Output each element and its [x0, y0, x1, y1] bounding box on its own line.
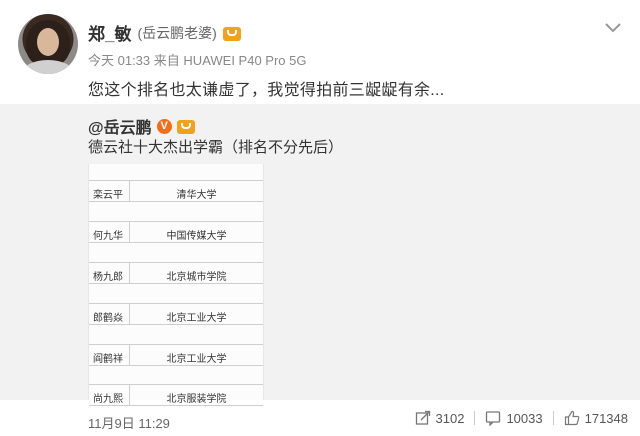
avatar-body [22, 60, 74, 74]
post-text: 您这个排名也太谦虚了，我觉得拍前三龊龊有余... [88, 82, 445, 99]
row-school: 中国传媒大学 [166, 231, 227, 242]
action-divider [474, 411, 476, 425]
comment-count: 10033 [506, 410, 543, 426]
table-row: 阎鹤祥 北京工业大学 [89, 344, 263, 366]
repost-icon [415, 410, 430, 425]
row-school: 北京服装学院 [166, 394, 227, 405]
original-text: 德云社十大杰出学霸（排名不分先后） [88, 139, 344, 156]
author-remark: (岳云鹏老婆) [137, 24, 217, 41]
repost-button[interactable]: 3102 [415, 410, 465, 426]
row-school: 清华大学 [176, 190, 217, 201]
author-row: 郑_敏 (岳云鹏老婆) [88, 20, 241, 45]
post-time[interactable]: 今天 01:33 [88, 53, 150, 68]
row-school: 北京工业大学 [166, 313, 227, 324]
row-name: 尚九熙 [93, 394, 123, 405]
row-name: 阎鹤祥 [93, 354, 123, 365]
weibo-post: 郑_敏 (岳云鹏老婆) 今天 01:33 来自 HUAWEI P40 Pro 5… [0, 0, 640, 436]
row-name: 何九华 [93, 231, 123, 242]
chevron-down-icon[interactable] [602, 16, 624, 38]
action-divider [552, 411, 554, 425]
row-name: 栾云平 [93, 190, 123, 201]
original-author-row: @岳云鹏 V [88, 114, 195, 138]
table-row: 尚九熙 北京服装学院 [89, 384, 263, 406]
original-author-handle[interactable]: @岳云鹏 [88, 114, 152, 138]
comment-button[interactable]: 10033 [485, 410, 543, 426]
like-count: 171348 [584, 410, 628, 426]
like-icon [564, 410, 579, 426]
row-name: 郎鹤焱 [93, 313, 123, 324]
source-prefix: 来自 [153, 53, 180, 68]
table-row: 杨九郎 北京城市学院 [89, 262, 263, 284]
attached-image[interactable]: 栾云平 清华大学 何九华 中国传媒大学 杨九郎 北京城市学院 郎鹤焱 北京工业大… [88, 164, 264, 406]
row-school: 北京城市学院 [166, 272, 227, 283]
author-name[interactable]: 郑_敏 [88, 20, 131, 45]
verified-icon: V [156, 118, 172, 134]
action-bar: 3102 10033 171348 [415, 410, 628, 426]
crown-badge-icon [176, 120, 195, 134]
table-row: 何九华 中国传媒大学 [89, 221, 263, 243]
comment-icon [486, 411, 501, 426]
table-row: 郎鹤焱 北京工业大学 [89, 303, 263, 325]
repost-area[interactable]: @岳云鹏 V 德云社十大杰出学霸（排名不分先后） 栾云平 清华大学 何九华 中国… [0, 104, 640, 406]
post-date[interactable]: 11月9日 11:29 [88, 413, 170, 432]
post-device: HUAWEI P40 Pro 5G [183, 53, 307, 68]
post-meta: 今天 01:33 来自 HUAWEI P40 Pro 5G [88, 50, 306, 69]
like-button[interactable]: 171348 [564, 410, 628, 426]
row-school: 北京工业大学 [166, 354, 227, 365]
avatar[interactable] [18, 14, 78, 74]
repost-count: 3102 [435, 410, 465, 426]
crown-badge-icon[interactable] [222, 26, 241, 41]
row-name: 杨九郎 [93, 272, 123, 283]
avatar-face [37, 28, 59, 56]
table-row: 栾云平 清华大学 [89, 180, 263, 202]
